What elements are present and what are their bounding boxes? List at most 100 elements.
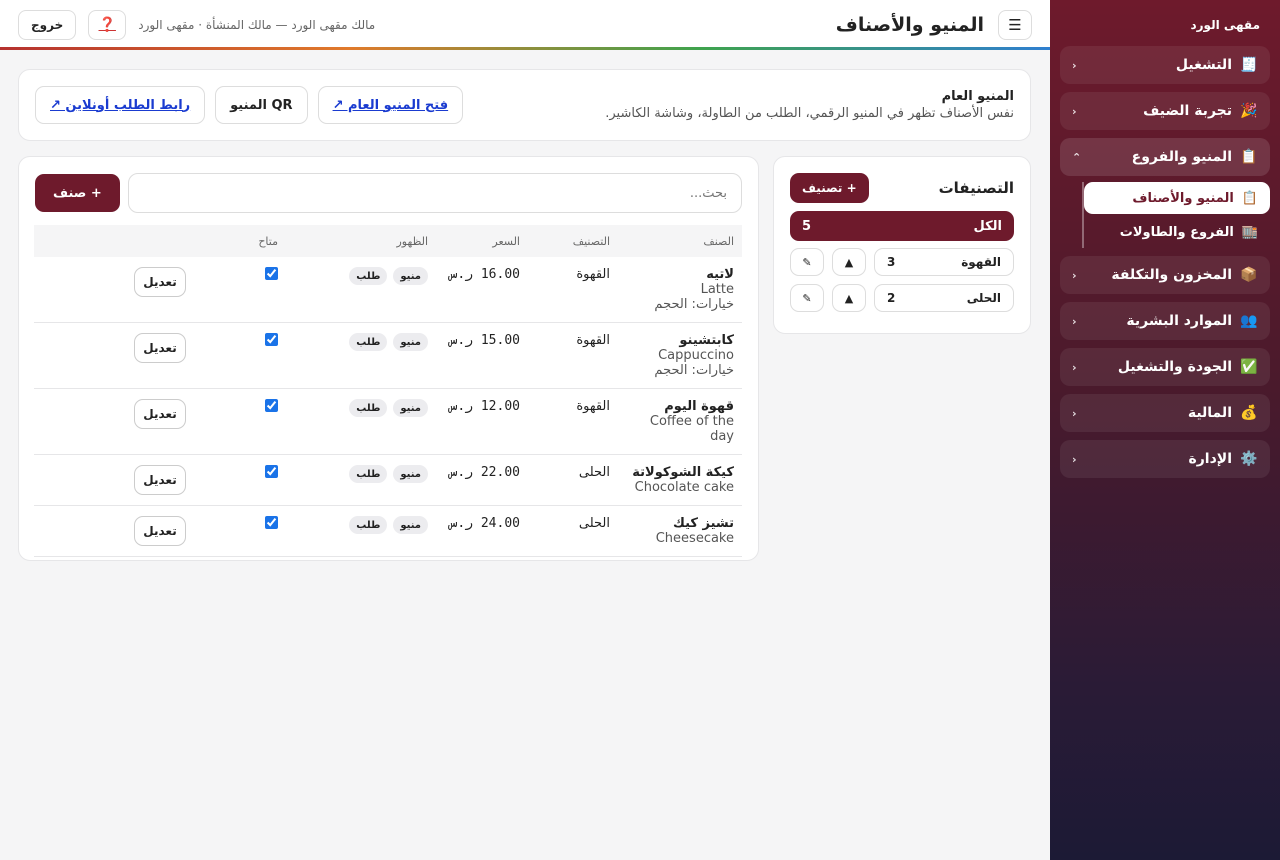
nav-label: الجودة والتشغيل (1117, 359, 1232, 375)
item-category: القهوة (528, 322, 618, 389)
available-checkbox[interactable] (265, 465, 278, 478)
nav-group-inventory: 📦 المخزون والتكلفة ‹ (1060, 256, 1270, 294)
edit-item-button[interactable]: تعديل (134, 465, 186, 495)
category-coffee[interactable]: القهوة 3 (874, 248, 1014, 276)
table-row: قهوة اليوم Coffee of the day القهوة 12.00… (34, 388, 742, 455)
move-up-button[interactable]: ▲ (832, 248, 866, 276)
search-input[interactable] (127, 173, 742, 213)
move-up-button[interactable]: ▲ (832, 284, 866, 312)
subnav: 📋 المنيو والأصناف 🏬 الفروع والطاولات (1082, 182, 1270, 248)
edit-item-button[interactable]: تعديل (134, 333, 186, 363)
nav-operations[interactable]: 🧾 التشغيل ‹ (1060, 46, 1270, 84)
category-name: الكل (973, 218, 1002, 234)
item-name-ar: لاتيه (706, 267, 734, 282)
nav-menu-branches[interactable]: 📋 المنيو والفروع ⌃ (1060, 138, 1270, 176)
question-icon: ❓ (98, 17, 116, 33)
nav-group-admin: ⚙️ الإدارة ‹ (1060, 440, 1270, 478)
chevron-icon: ‹ (1072, 360, 1077, 374)
col-available: متاح (194, 225, 286, 257)
item-available (194, 322, 286, 389)
help-button[interactable]: ❓ (88, 10, 127, 40)
page-title: المنيو والأصناف (835, 14, 984, 36)
table-row: تشيز كيك Cheesecake الحلى 24.00 ر.س منيو ط… (34, 505, 742, 557)
categories-card: التصنيفات + تصنيف الكل 5 القهوة 3 ▲ ✎ ال… (773, 156, 1031, 334)
available-checkbox[interactable] (265, 399, 278, 412)
item-name-ar: تشيز كيك (672, 516, 734, 531)
col-price: السعر (436, 225, 528, 257)
table-row: لاتيه Latte خيارات: الحجم القهوة 16.00 ر.س… (34, 257, 742, 323)
open-public-menu-link[interactable]: فتح المنيو العام ↗ (317, 86, 464, 124)
item-name-en: Coffee of the day (649, 414, 734, 444)
item-name-ar: كيكة الشوكولاتة (632, 465, 734, 480)
item-name-en: Chocolate cake (634, 480, 734, 495)
building-icon: 🏬 (1241, 224, 1258, 240)
item-options: خيارات: الحجم (654, 363, 734, 378)
logout-button[interactable]: خروج (18, 10, 77, 40)
nav-admin[interactable]: ⚙️ الإدارة ‹ (1060, 440, 1270, 478)
nav-guest-experience[interactable]: 🎉 تجربة الضيف ‹ (1060, 92, 1270, 130)
public-menu-actions: فتح المنيو العام ↗ QR المنيو رابط الطلب … (35, 86, 464, 124)
sidebar: مقهى الورد 🧾 التشغيل ‹ 🎉 تجربة الضيف ‹ 📋 ال… (1050, 0, 1280, 860)
item-available (194, 388, 286, 455)
item-available (194, 257, 286, 323)
edit-category-button[interactable]: ✎ (790, 284, 824, 312)
chevron-icon: ‹ (1072, 104, 1077, 118)
public-menu-title: المنيو العام (941, 89, 1014, 104)
sidebar-item-branches[interactable]: 🏬 الفروع والطاولات (1084, 216, 1270, 248)
category-count: 2 (887, 291, 896, 305)
qr-menu-button[interactable]: QR المنيو (215, 86, 308, 124)
check-icon: ✅ (1240, 359, 1258, 375)
category-name: الحلى (966, 291, 1001, 305)
edit-item-button[interactable]: تعديل (134, 516, 186, 546)
category-desserts[interactable]: الحلى 2 (874, 284, 1014, 312)
nav-group-operations: 🧾 التشغيل ‹ (1060, 46, 1270, 84)
col-visibility: الظهور (286, 225, 436, 257)
nav-group-menu: 📋 المنيو والفروع ⌃ 📋 المنيو والأصناف 🏬 ال… (1060, 138, 1270, 248)
nav-label: التشغيل (1175, 57, 1232, 73)
visibility-chip: منيو (393, 465, 428, 483)
items-card: + صنف الصنف التصنيف السعر الظهور متاح لا… (18, 156, 759, 561)
item-price: 12.00 ر.س (436, 388, 528, 455)
available-checkbox[interactable] (265, 267, 278, 280)
item-category: الحلى (528, 505, 618, 557)
receipt-icon: 🧾 (1240, 57, 1258, 73)
box-icon: 📦 (1240, 267, 1258, 283)
add-category-button[interactable]: + تصنيف (790, 173, 869, 203)
category-all[interactable]: الكل 5 (790, 211, 1014, 241)
clipboard-icon: 📋 (1241, 190, 1258, 206)
nav-quality[interactable]: ✅ الجودة والتشغيل ‹ (1060, 348, 1270, 386)
item-category: القهوة (528, 257, 618, 323)
sidebar-item-menu-items[interactable]: 📋 المنيو والأصناف (1084, 182, 1270, 214)
item-cell: لاتيه Latte خيارات: الحجم (618, 257, 742, 323)
nav-inventory[interactable]: 📦 المخزون والتكلفة ‹ (1060, 256, 1270, 294)
visibility-chip: طلب (349, 399, 388, 417)
item-visibility: منيو طلب (286, 505, 436, 557)
item-cell: قهوة اليوم Coffee of the day (618, 388, 742, 455)
nav-label: الموارد البشرية (1126, 313, 1232, 329)
chevron-icon: ‹ (1072, 452, 1077, 466)
item-cell: تشيز كيك Cheesecake (618, 505, 742, 557)
category-name: القهوة (961, 255, 1001, 269)
menu-toggle-button[interactable]: ☰ (998, 10, 1032, 40)
nav-hr[interactable]: 👥 الموارد البشرية ‹ (1060, 302, 1270, 340)
col-item: الصنف (618, 225, 742, 257)
clipboard-icon: 📋 (1240, 149, 1258, 165)
nav-group-finance: 💰 المالية ‹ (1060, 394, 1270, 432)
online-order-link[interactable]: رابط الطلب أونلاين ↗ (35, 86, 206, 124)
available-checkbox[interactable] (265, 516, 278, 529)
item-options: خيارات: الحجم (654, 297, 734, 312)
gear-icon: ⚙️ (1240, 451, 1258, 467)
nav-group-hr: 👥 الموارد البشرية ‹ (1060, 302, 1270, 340)
add-item-button[interactable]: + صنف (35, 174, 120, 212)
edit-category-button[interactable]: ✎ (790, 248, 824, 276)
item-price: 15.00 ر.س (436, 322, 528, 389)
edit-item-button[interactable]: تعديل (134, 399, 186, 429)
nav-group-quality: ✅ الجودة والتشغيل ‹ (1060, 348, 1270, 386)
pencil-icon: ✎ (802, 255, 812, 269)
item-price: 22.00 ر.س (436, 454, 528, 506)
edit-item-button[interactable]: تعديل (134, 267, 186, 297)
nav-finance[interactable]: 💰 المالية ‹ (1060, 394, 1270, 432)
available-checkbox[interactable] (265, 333, 278, 346)
topbar: ☰ المنيو والأصناف مالك مقهى الورد — مالك… (0, 0, 1050, 50)
arrow-up-icon: ▲ (844, 255, 854, 269)
